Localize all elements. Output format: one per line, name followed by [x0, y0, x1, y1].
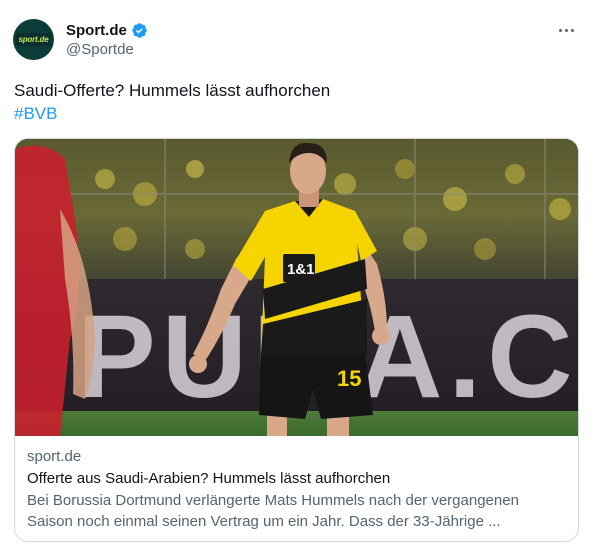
- card-description: Bei Borussia Dortmund verlängerte Mats H…: [27, 492, 519, 530]
- sponsor-logo-text: 1&1: [287, 261, 315, 278]
- display-name[interactable]: Sport.de: [66, 22, 127, 39]
- link-preview-card[interactable]: PUMA.CO 15: [14, 138, 579, 542]
- shirt-number: 15: [337, 366, 361, 391]
- tweet-body: Saudi-Offerte? Hummels lässt aufhorchen: [14, 81, 331, 100]
- avatar[interactable]: sport.de: [13, 19, 54, 60]
- name-row: Sport.de: [66, 20, 148, 40]
- tweet: sport.de Sport.de @Sportde Saudi-Offerte…: [0, 0, 593, 551]
- author-info: Sport.de @Sportde: [66, 20, 148, 58]
- verified-badge-icon: [132, 22, 147, 38]
- card-image[interactable]: PUMA.CO 15: [15, 139, 578, 436]
- card-title: Offerte aus Saudi-Arabien? Hummels lässt…: [27, 470, 391, 487]
- hashtag-link[interactable]: #BVB: [14, 102, 330, 125]
- tweet-text: Saudi-Offerte? Hummels lässt aufhorchen …: [14, 79, 330, 125]
- account-handle[interactable]: @Sportde: [66, 41, 148, 58]
- card-domain: sport.de: [27, 448, 82, 465]
- more-options-icon[interactable]: [555, 22, 577, 38]
- football-player-photo: PUMA.CO 15: [15, 139, 578, 436]
- avatar-logo-text: sport.de: [15, 33, 52, 46]
- card-meta: sport.de Offerte aus Saudi-Arabien? Humm…: [15, 436, 578, 532]
